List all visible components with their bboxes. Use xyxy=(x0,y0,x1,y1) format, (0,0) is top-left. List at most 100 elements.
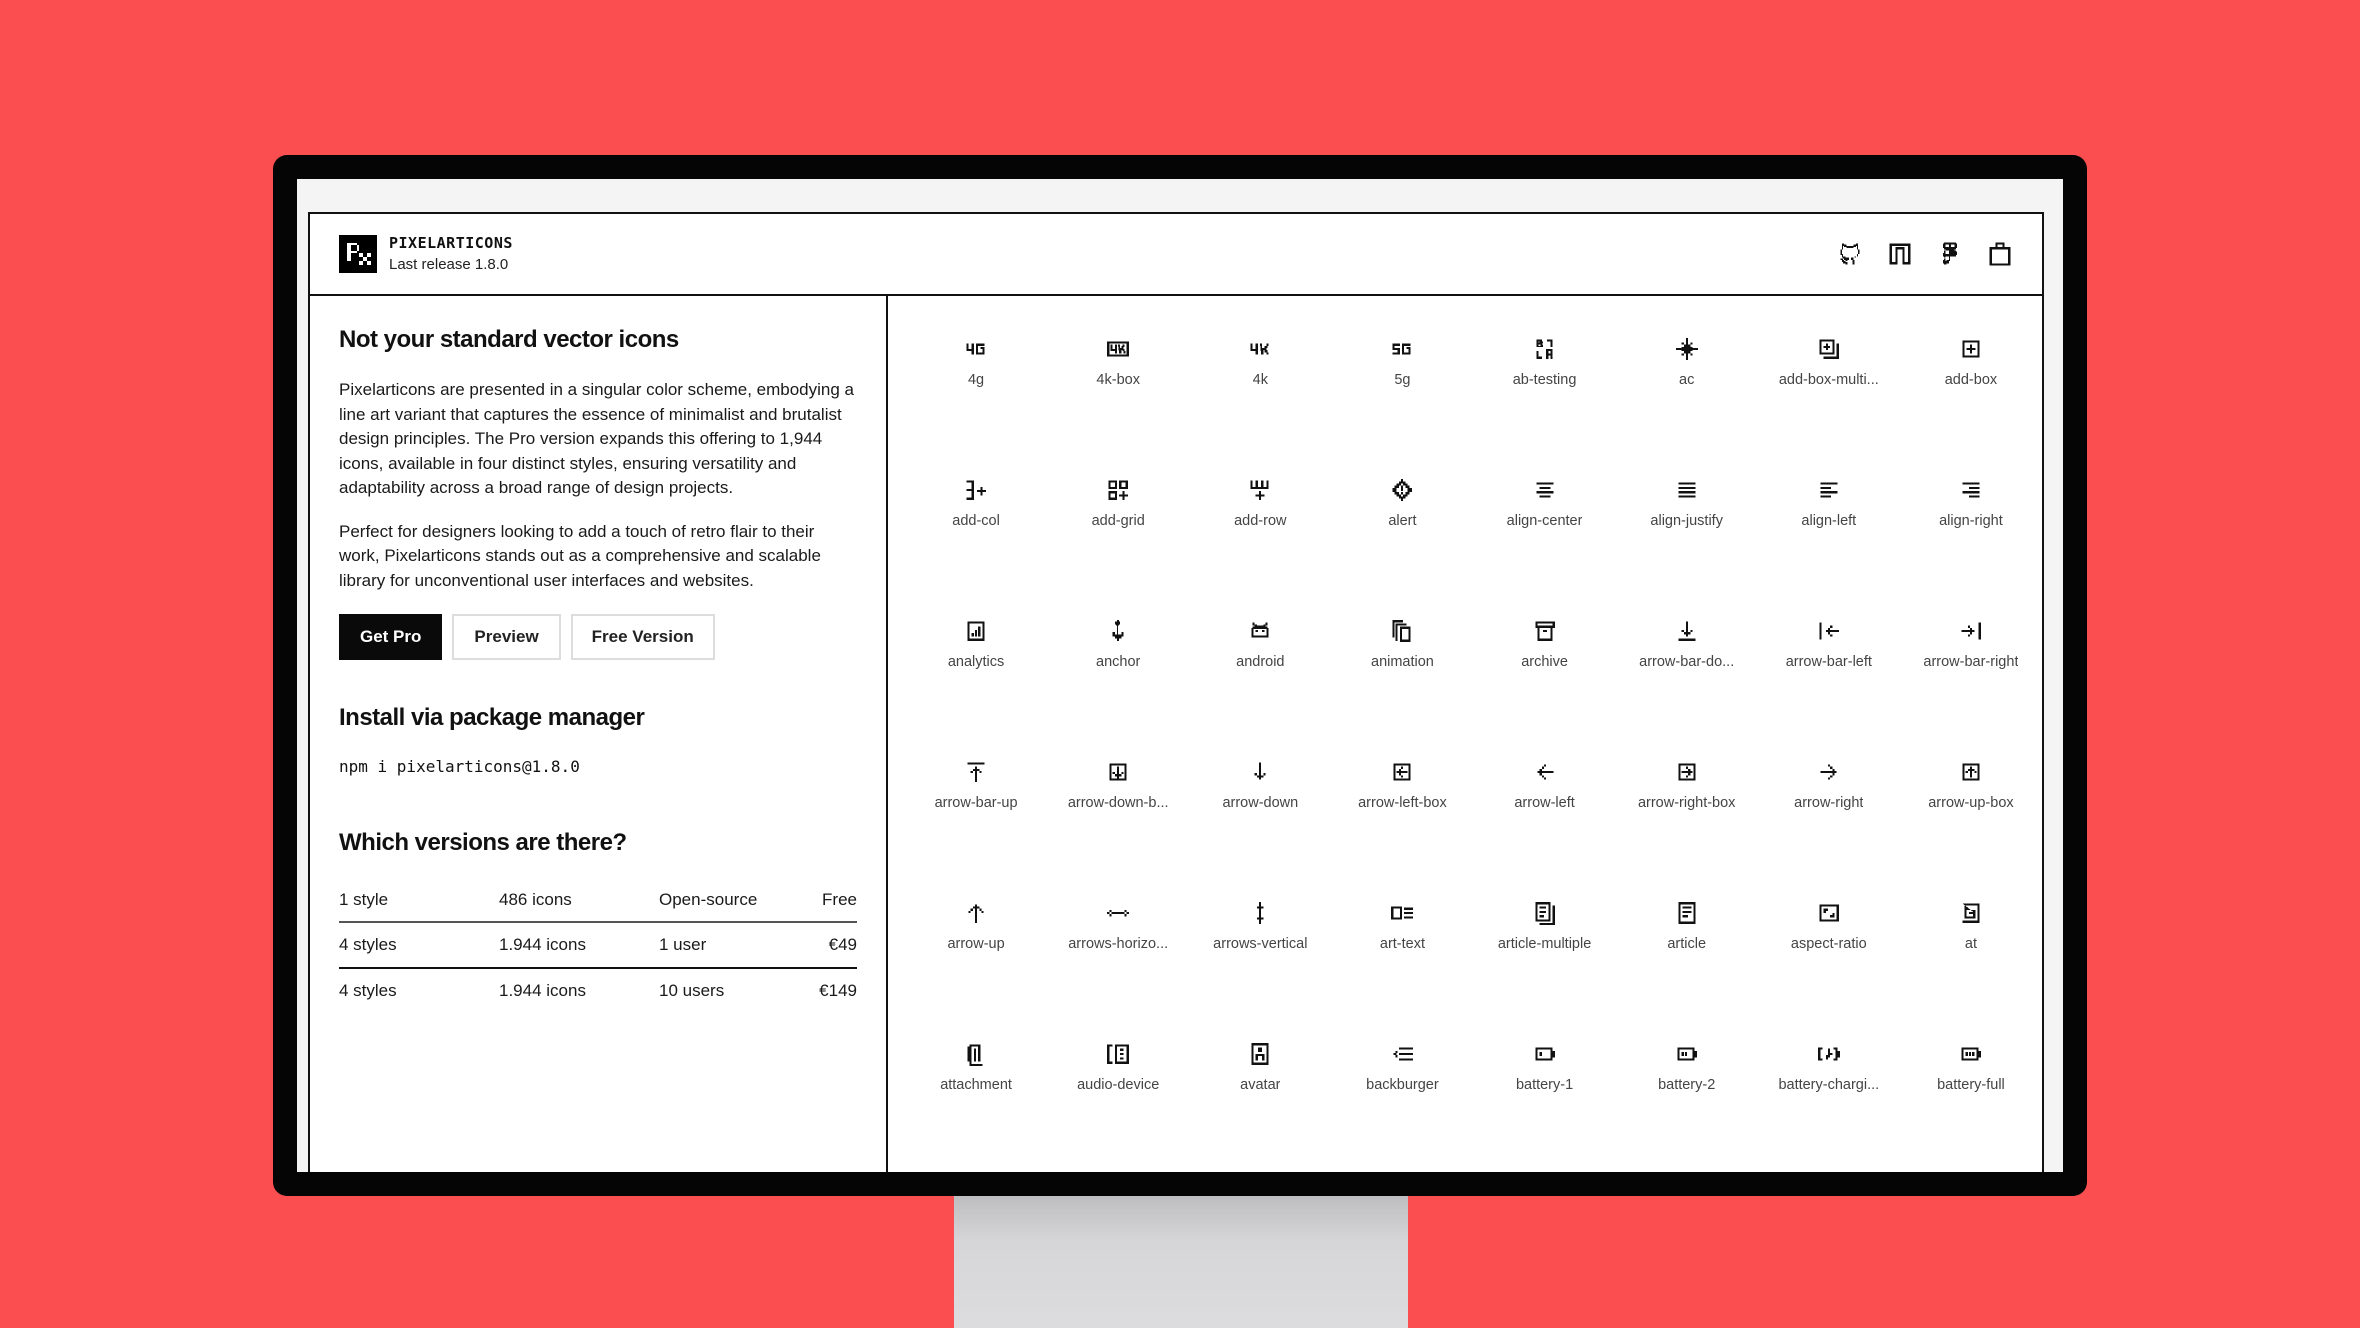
license-cell: 1 user xyxy=(659,922,799,969)
icon-tile[interactable]: archive xyxy=(1474,606,1616,747)
icon-label: article xyxy=(1667,936,1707,952)
article-multiple-icon xyxy=(1534,902,1555,925)
intro-paragraph-2: Perfect for designers looking to add a t… xyxy=(339,521,821,590)
icon-tile[interactable]: arrow-bar-up xyxy=(905,747,1047,888)
logo-icon[interactable] xyxy=(339,235,377,273)
icon-tile[interactable]: 4k xyxy=(1189,324,1331,465)
icon-tile[interactable]: article-multiple xyxy=(1474,888,1616,1029)
icon-tile[interactable]: arrow-up-box xyxy=(1900,747,2042,888)
align-center-icon xyxy=(1535,482,1554,498)
icon-tile[interactable]: battery-chargi... xyxy=(1758,1029,1900,1170)
cta-buttons: Get Pro Preview Free Version xyxy=(339,614,857,660)
icon-label: align-left xyxy=(1801,513,1857,529)
icon-tile[interactable]: battery-1 xyxy=(1474,1029,1616,1170)
icon-tile[interactable]: arrows-horizo... xyxy=(1047,888,1189,1029)
screen: PIXELARTICONS Last release 1.8.0 Not you… xyxy=(297,179,2063,1172)
icon-tile[interactable]: android xyxy=(1189,606,1331,747)
shopping-bag-icon[interactable] xyxy=(1986,240,2014,268)
monitor-frame: PIXELARTICONS Last release 1.8.0 Not you… xyxy=(273,155,2087,1196)
icon-tile[interactable]: add-row xyxy=(1189,465,1331,606)
icon-tile[interactable]: attachment xyxy=(905,1029,1047,1170)
icon-tile[interactable]: arrow-left-box xyxy=(1331,747,1473,888)
icon-tile[interactable]: arrow-bar-do... xyxy=(1616,606,1758,747)
icon-tile[interactable]: 4g xyxy=(905,324,1047,465)
avatar-icon xyxy=(1251,1043,1269,1065)
figma-icon[interactable] xyxy=(1936,240,1964,268)
free-version-button[interactable]: Free Version xyxy=(570,614,715,660)
icon-label: article-multiple xyxy=(1497,936,1592,952)
icon-label: battery-2 xyxy=(1658,1077,1716,1093)
icon-label: 4g xyxy=(967,372,985,388)
icon-label: 4k-box xyxy=(1096,372,1140,388)
icon-tile[interactable]: anchor xyxy=(1047,606,1189,747)
styles-cell: 4 styles xyxy=(339,922,499,969)
icon-label: add-grid xyxy=(1091,513,1145,529)
icon-label: arrow-bar-left xyxy=(1785,654,1872,670)
icons-cell: 486 icons xyxy=(499,879,659,923)
price-cell: €49 xyxy=(799,922,857,969)
icon-tile[interactable]: ac xyxy=(1616,324,1758,465)
icon-tile[interactable]: align-center xyxy=(1474,465,1616,606)
icon-label: arrow-up-box xyxy=(1928,795,2014,811)
icon-label: battery-chargi... xyxy=(1778,1077,1880,1093)
icon-label: at xyxy=(1964,936,1977,952)
icon-tile[interactable]: backburger xyxy=(1331,1029,1473,1170)
icon-tile[interactable]: arrow-bar-left xyxy=(1758,606,1900,747)
icon-tile[interactable]: arrow-bar-right xyxy=(1900,606,2042,747)
icon-tile[interactable]: battery-2 xyxy=(1616,1029,1758,1170)
icon-tile[interactable]: add-box xyxy=(1900,324,2042,465)
preview-button[interactable]: Preview xyxy=(452,614,561,660)
get-pro-button[interactable]: Get Pro xyxy=(339,614,443,660)
icon-label: add-row xyxy=(1234,513,1287,529)
icon-tile[interactable]: audio-device xyxy=(1047,1029,1189,1170)
icon-tile[interactable]: battery-full xyxy=(1900,1029,2042,1170)
aspect-ratio-icon xyxy=(1819,904,1839,922)
article-icon xyxy=(1678,902,1696,924)
icon-tile[interactable]: ab-testing xyxy=(1474,324,1616,465)
arrow-up-box-icon xyxy=(1962,763,1980,781)
arrows-horizo-icon xyxy=(1107,909,1130,917)
arrows-vertical-icon xyxy=(1257,902,1264,924)
icon-tile[interactable]: align-right xyxy=(1900,465,2042,606)
icon-tile[interactable]: add-grid xyxy=(1047,465,1189,606)
icon-tile[interactable]: align-justify xyxy=(1616,465,1758,606)
icon-tile[interactable]: arrow-up xyxy=(905,888,1047,1029)
intro-title: Not your standard vector icons xyxy=(339,326,679,353)
arrow-bar-up-icon xyxy=(967,762,985,782)
icon-tile[interactable]: avatar xyxy=(1189,1029,1331,1170)
icon-tile[interactable]: art-text xyxy=(1331,888,1473,1029)
icon-tile[interactable]: arrow-down xyxy=(1189,747,1331,888)
icon-tile[interactable]: at xyxy=(1900,888,2042,1029)
ab-testing-icon xyxy=(1535,339,1553,359)
icon-tile[interactable]: 4k-box xyxy=(1047,324,1189,465)
icon-tile[interactable]: aspect-ratio xyxy=(1758,888,1900,1029)
add-grid-icon xyxy=(1108,480,1128,500)
4g-icon xyxy=(966,343,985,355)
icon-label: arrow-bar-right xyxy=(1923,654,2019,670)
icon-tile[interactable]: arrow-right-box xyxy=(1616,747,1758,888)
release-label: Last release 1.8.0 xyxy=(389,256,509,273)
npm-icon[interactable] xyxy=(1886,240,1914,268)
icon-tile[interactable]: arrow-left xyxy=(1474,747,1616,888)
art-text-icon xyxy=(1391,906,1414,920)
icon-label: anchor xyxy=(1096,654,1141,670)
install-command[interactable]: npm i pixelarticons@1.8.0 xyxy=(339,757,857,776)
icon-tile[interactable]: add-col xyxy=(905,465,1047,606)
github-icon[interactable] xyxy=(1836,240,1864,268)
install-title: Install via package manager xyxy=(339,704,645,731)
align-justify-icon xyxy=(1678,482,1696,498)
icon-tile[interactable]: animation xyxy=(1331,606,1473,747)
icon-tile[interactable]: 5g xyxy=(1331,324,1473,465)
icon-tile[interactable]: alert xyxy=(1331,465,1473,606)
icon-tile[interactable]: arrow-right xyxy=(1758,747,1900,888)
add-row-icon xyxy=(1250,480,1269,500)
icon-tile[interactable]: article xyxy=(1616,888,1758,1029)
icon-tile[interactable]: analytics xyxy=(905,606,1047,747)
arrow-right-box-icon xyxy=(1678,763,1696,781)
icon-tile[interactable]: add-box-multi... xyxy=(1758,324,1900,465)
audio-device-icon xyxy=(1107,1044,1130,1064)
icon-tile[interactable]: arrows-vertical xyxy=(1189,888,1331,1029)
icon-label: backburger xyxy=(1366,1077,1439,1093)
icon-tile[interactable]: align-left xyxy=(1758,465,1900,606)
icon-tile[interactable]: arrow-down-b... xyxy=(1047,747,1189,888)
